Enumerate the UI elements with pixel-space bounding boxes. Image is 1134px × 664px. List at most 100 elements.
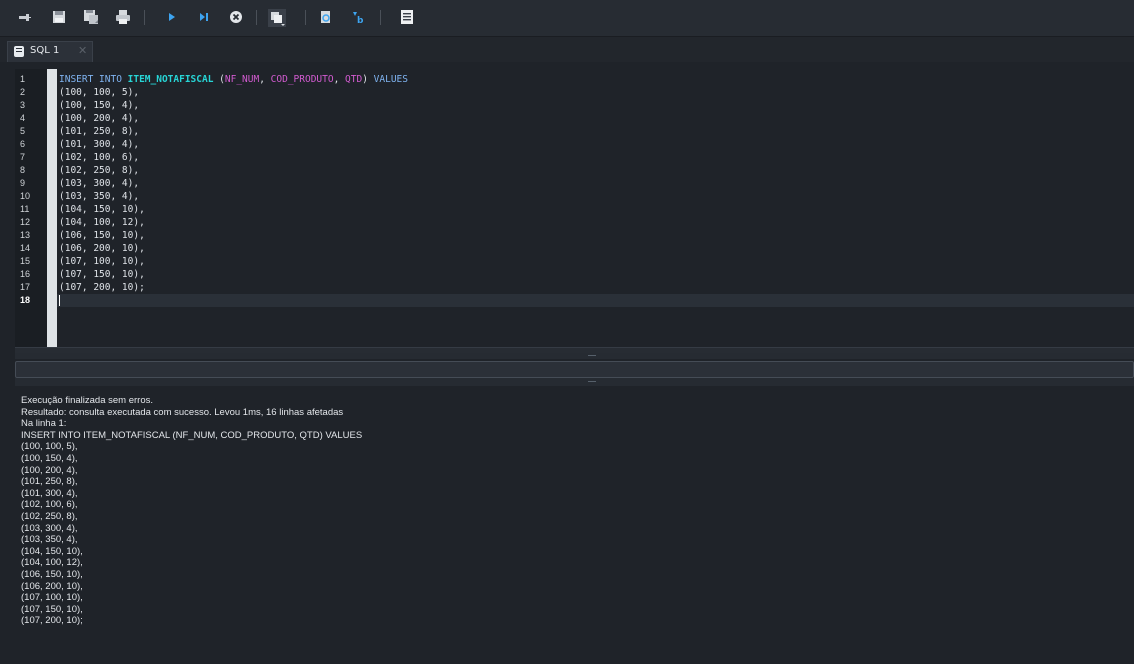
code-line[interactable]: (103, 300, 4), (57, 177, 1134, 190)
code-line[interactable]: (102, 100, 6), (57, 151, 1134, 164)
code-token: , (259, 74, 271, 85)
code-line[interactable]: (104, 150, 10), (57, 203, 1134, 216)
line-number: 11 (20, 204, 30, 214)
code-token: , (333, 74, 346, 85)
close-tab-icon[interactable]: ✕ (78, 44, 87, 57)
code-token: (107, 100, 10), (59, 256, 145, 267)
line-number: 17 (20, 282, 31, 292)
code-token: (104, 150, 10), (59, 204, 145, 215)
svg-text:b: b (357, 16, 364, 25)
line-number: 16 (20, 269, 31, 279)
line-number: 10 (20, 191, 31, 201)
tab-strip: SQL 1 ✕ (0, 37, 1134, 62)
output-line: (100, 100, 5), (21, 441, 78, 453)
format-icon[interactable] (399, 9, 415, 25)
code-token: (100, 150, 4), (59, 100, 140, 111)
line-number: 15 (20, 256, 31, 266)
code-token: (102, 250, 8), (59, 165, 140, 176)
output-line: (101, 300, 4), (21, 487, 78, 499)
output-line: INSERT INTO ITEM_NOTAFISCAL (NF_NUM, COD… (21, 429, 363, 441)
output-line: (107, 100, 10), (21, 592, 83, 604)
line-number: 3 (20, 100, 26, 110)
output-line: (103, 300, 4), (21, 522, 78, 534)
output-line: (103, 350, 4), (21, 534, 78, 546)
code-line[interactable]: (100, 200, 4), (57, 112, 1134, 125)
code-token: ( (213, 74, 225, 85)
code-token: (100, 200, 4), (59, 113, 140, 124)
output-line: (106, 200, 10), (21, 580, 83, 592)
sql-editor[interactable]: 1 2 3 4 5 6 7 8 9 10 11 12 13 14 15 16 17 18 INSERT INTO … (15, 69, 1134, 347)
line-number: 6 (20, 139, 26, 149)
output-line: (100, 150, 4), (21, 453, 78, 464)
code-line[interactable]: (106, 150, 10), (57, 229, 1134, 242)
code-token: (107, 200, 10); (59, 282, 145, 293)
code-token: (101, 250, 8), (59, 126, 140, 137)
code-line[interactable]: (103, 350, 4), (57, 190, 1134, 203)
execution-message-panel: Execução finalizada sem erros. Resultado:… (15, 388, 1134, 664)
code-line[interactable]: (106, 200, 10), (57, 242, 1134, 255)
results-splitter[interactable] (15, 378, 1134, 386)
code-token: (104, 100, 12), (59, 217, 145, 228)
tab-label: SQL 1 (30, 45, 60, 56)
code-token: INSERT INTO (59, 74, 128, 85)
output-line: (104, 150, 10), (21, 545, 83, 557)
code-line[interactable]: (101, 300, 4), (57, 138, 1134, 151)
toolbar-separator (380, 10, 381, 25)
code-line[interactable]: INSERT INTO ITEM_NOTAFISCAL (NF_NUM, COD… (57, 73, 1134, 86)
find-icon[interactable] (318, 9, 334, 25)
execute-step-icon[interactable] (196, 9, 212, 25)
code-line[interactable]: (107, 200, 10); (57, 281, 1134, 294)
save-as-icon[interactable] (83, 9, 99, 25)
save-icon[interactable] (51, 9, 67, 25)
code-token: (103, 300, 4), (59, 178, 140, 189)
line-number: 13 (20, 230, 31, 240)
results-panel-bar[interactable] (15, 361, 1134, 378)
code-token: ) (362, 74, 374, 85)
line-number: 14 (20, 243, 31, 253)
code-area[interactable]: INSERT INTO ITEM_NOTAFISCAL (NF_NUM, COD… (57, 69, 1134, 347)
output-line: (107, 200, 10); (21, 615, 83, 627)
line-number: 1 (20, 74, 26, 84)
execute-icon[interactable] (164, 9, 180, 25)
code-token: ITEM_NOTAFISCAL (127, 74, 214, 85)
splitter-grip (588, 355, 596, 356)
code-token: (100, 100, 5), (59, 87, 140, 98)
line-number: 4 (20, 113, 26, 123)
toolbar-separator (144, 10, 145, 25)
toolbar-separator (256, 10, 257, 25)
output-line: (100, 200, 4), (21, 464, 78, 476)
output-line: (104, 100, 12), (21, 557, 83, 569)
tab-sql-1[interactable]: SQL 1 ✕ (7, 41, 93, 62)
editor-splitter[interactable] (15, 353, 1134, 359)
print-icon[interactable] (115, 9, 131, 25)
output-line: (101, 250, 8), (21, 476, 78, 488)
code-line[interactable] (57, 294, 1134, 307)
code-token: VALUES (373, 74, 408, 85)
code-line[interactable]: (107, 100, 10), (57, 255, 1134, 268)
replace-icon[interactable]: b (350, 9, 366, 25)
code-line[interactable]: (102, 250, 8), (57, 164, 1134, 177)
new-connection-icon[interactable] (17, 9, 33, 25)
code-token: (106, 150, 10), (59, 230, 145, 241)
toolbar-separator (305, 10, 306, 25)
stop-icon[interactable] (228, 9, 244, 25)
commit-icon[interactable] (268, 9, 286, 27)
code-line[interactable]: (107, 150, 10), (57, 268, 1134, 281)
output-line: (106, 150, 10), (21, 569, 83, 580)
code-line[interactable]: (100, 150, 4), (57, 99, 1134, 112)
splitter-grip (588, 381, 596, 382)
output-line: (107, 150, 10), (21, 603, 83, 615)
code-line[interactable]: (101, 250, 8), (57, 125, 1134, 138)
main-toolbar: b (0, 0, 1134, 37)
line-number: 8 (20, 165, 26, 175)
line-number: 12 (20, 217, 31, 227)
code-token: (107, 150, 10), (59, 269, 145, 280)
output-line: Execução finalizada sem erros. (21, 395, 154, 406)
line-number: 9 (20, 178, 26, 188)
code-line[interactable]: (100, 100, 5), (57, 86, 1134, 99)
code-line[interactable]: (104, 100, 12), (57, 216, 1134, 229)
code-token: (102, 100, 6), (59, 152, 140, 163)
sql-file-icon (14, 46, 24, 57)
output-line: (102, 250, 8), (21, 511, 78, 522)
code-token: (101, 300, 4), (59, 139, 140, 150)
